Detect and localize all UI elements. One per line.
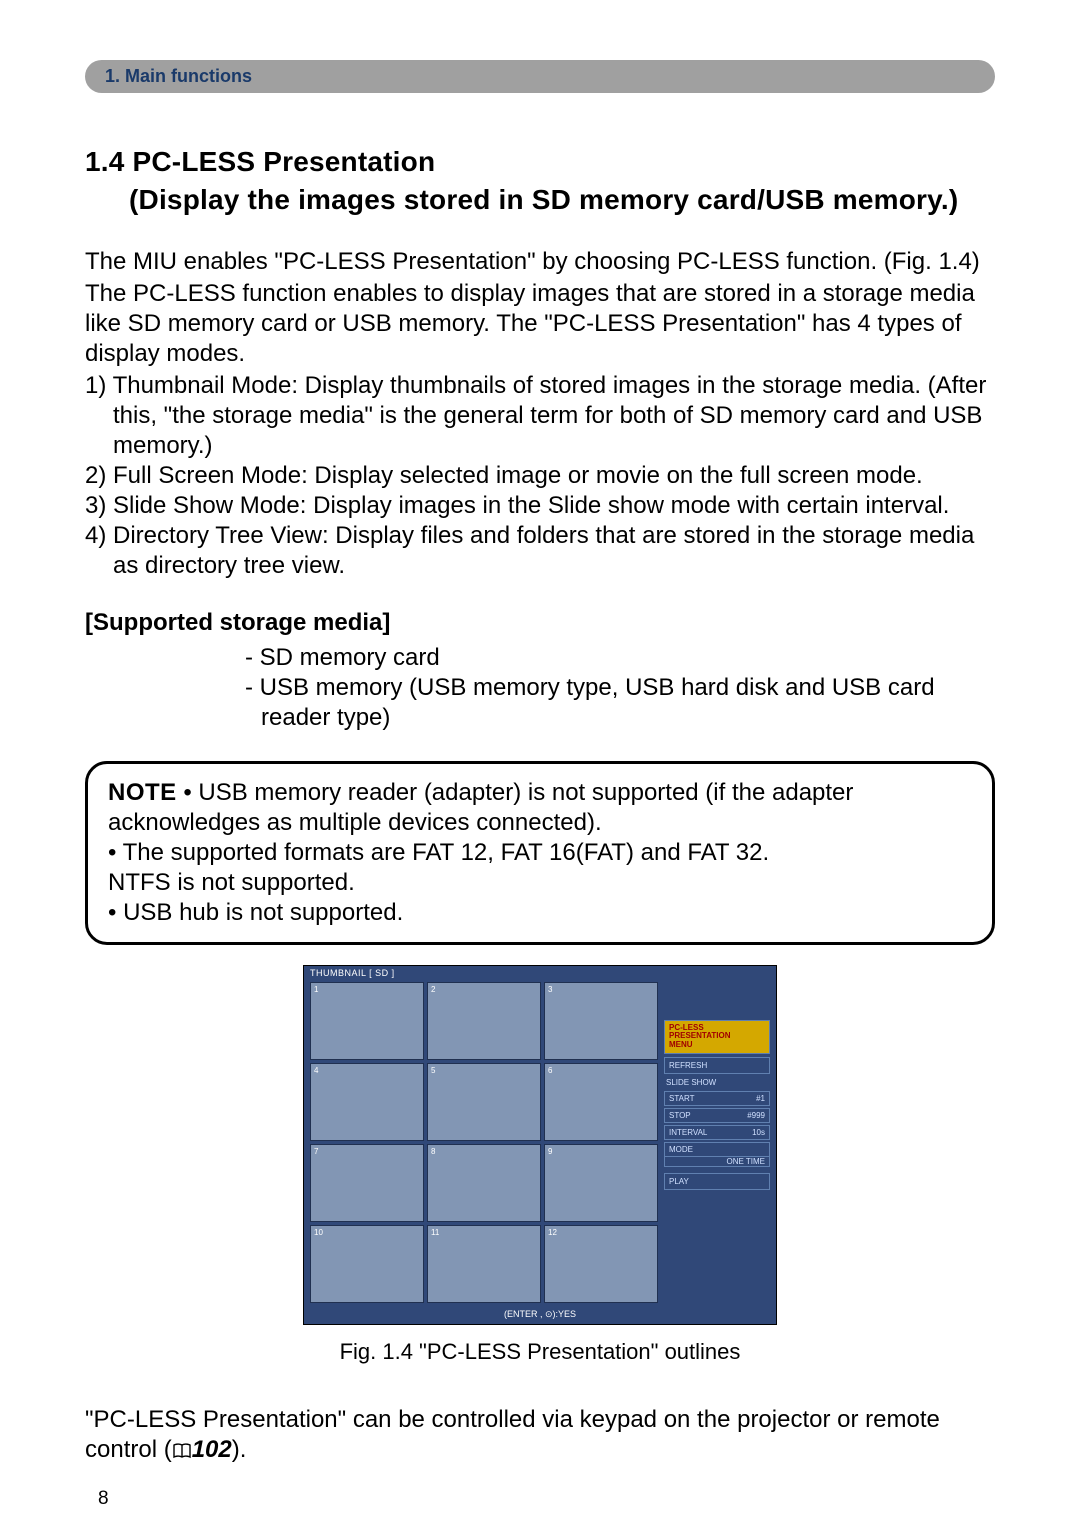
thumbnail-grid: 1 2 3 4 5 6 7 8 9 10 11 12 — [304, 980, 662, 1306]
thumbnail-cell: 11 — [427, 1225, 541, 1303]
start-row[interactable]: START #1 — [664, 1091, 770, 1106]
figure-caption: Fig. 1.4 "PC-LESS Presentation" outlines — [85, 1339, 995, 1365]
page-number: 8 — [98, 1488, 109, 1510]
interval-row[interactable]: INTERVAL 10s — [664, 1125, 770, 1140]
section-title-line2: (Display the images stored in SD memory … — [85, 181, 995, 219]
mode-item-2: 2) Full Screen Mode: Display selected im… — [85, 461, 995, 491]
section-number: 1.4 — [85, 146, 125, 177]
side-menu: PC-LESS PRESENTATION MENU REFRESH SLIDE … — [662, 980, 776, 1306]
intro-p2: The PC-LESS function enables to display … — [85, 279, 995, 369]
thumb-screen-title: THUMBNAIL [ SD ] — [304, 966, 776, 980]
thumbnail-cell: 1 — [310, 982, 424, 1060]
thumbnail-cell: 3 — [544, 982, 658, 1060]
reference-number: 102 — [192, 1436, 232, 1463]
note-text-1: • USB memory reader (adapter) is not sup… — [108, 779, 853, 836]
supported-list: - SD memory card - USB memory (USB memor… — [85, 643, 995, 733]
note-text-3: NTFS is not supported. — [108, 868, 972, 898]
book-icon — [172, 1437, 192, 1467]
slideshow-label: SLIDE SHOW — [664, 1074, 770, 1089]
stop-row[interactable]: STOP #999 — [664, 1108, 770, 1123]
breadcrumb-text: 1. Main functions — [105, 66, 252, 86]
closing-paragraph: "PC-LESS Presentation" can be controlled… — [85, 1405, 995, 1467]
breadcrumb-bar: 1. Main functions — [85, 60, 995, 93]
figure-container: THUMBNAIL [ SD ] 1 2 3 4 5 6 7 8 9 10 11… — [85, 965, 995, 1365]
thumb-footer: (ENTER , ⊙):YES — [304, 1306, 776, 1324]
thumbnail-cell: 12 — [544, 1225, 658, 1303]
mode-row[interactable]: MODE — [664, 1142, 770, 1157]
supported-heading: [Supported storage media] — [85, 609, 995, 637]
supported-item-2: - USB memory (USB memory type, USB hard … — [245, 673, 995, 733]
thumbnail-cell: 2 — [427, 982, 541, 1060]
thumbnail-screenshot: THUMBNAIL [ SD ] 1 2 3 4 5 6 7 8 9 10 11… — [303, 965, 777, 1325]
note-box: NOTE • USB memory reader (adapter) is no… — [85, 761, 995, 945]
mode-value: ONE TIME — [664, 1157, 770, 1167]
play-button[interactable]: PLAY — [664, 1173, 770, 1190]
supported-item-1: - SD memory card — [245, 643, 995, 673]
thumbnail-cell: 9 — [544, 1144, 658, 1222]
intro-p1: The MIU enables "PC-LESS Presentation" b… — [85, 247, 995, 277]
closing-text-after: ). — [232, 1436, 247, 1463]
mode-item-3: 3) Slide Show Mode: Display images in th… — [85, 491, 995, 521]
thumbnail-cell: 7 — [310, 1144, 424, 1222]
thumbnail-cell: 6 — [544, 1063, 658, 1141]
refresh-button[interactable]: REFRESH — [664, 1057, 770, 1074]
menu-header: PC-LESS PRESENTATION MENU — [664, 1020, 770, 1054]
note-label: NOTE — [108, 779, 177, 806]
thumbnail-cell: 4 — [310, 1063, 424, 1141]
mode-item-1: 1) Thumbnail Mode: Display thumbnails of… — [85, 371, 995, 461]
thumbnail-cell: 8 — [427, 1144, 541, 1222]
thumbnail-cell: 10 — [310, 1225, 424, 1303]
thumbnail-cell: 5 — [427, 1063, 541, 1141]
section-title-line1: PC-LESS Presentation — [133, 146, 436, 177]
note-text-2: • The supported formats are FAT 12, FAT … — [108, 838, 972, 868]
mode-item-4: 4) Directory Tree View: Display files an… — [85, 521, 995, 581]
note-text-4: • USB hub is not supported. — [108, 898, 972, 928]
section-heading: 1.4 PC-LESS Presentation (Display the im… — [85, 143, 995, 219]
